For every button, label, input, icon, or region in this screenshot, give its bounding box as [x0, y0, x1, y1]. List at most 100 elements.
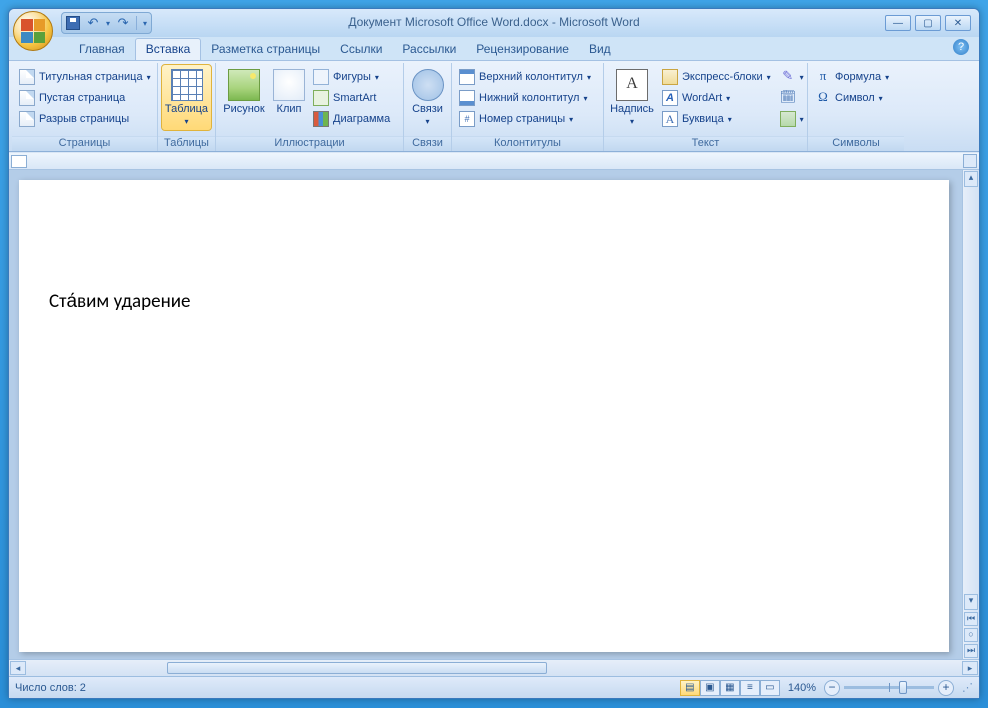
blank-page-button[interactable]: Пустая страница	[16, 88, 154, 108]
table-icon	[171, 69, 203, 101]
outline-view[interactable]: ≡	[740, 680, 760, 696]
picture-icon	[228, 69, 260, 101]
object-icon	[780, 111, 796, 127]
save-icon[interactable]	[66, 16, 80, 30]
pagenum-button[interactable]: # Номер страницы ▾	[456, 109, 594, 129]
horizontal-ruler[interactable]	[9, 153, 979, 170]
table-button[interactable]: Таблица ▾	[162, 65, 211, 130]
zoom-track[interactable]	[844, 686, 934, 689]
tab-review[interactable]: Рецензирование	[466, 39, 579, 60]
group-symbols: π Формула ▾ Ω Символ ▾ Символы	[808, 63, 904, 151]
chart-button[interactable]: Диаграмма	[310, 109, 393, 129]
smartart-icon	[313, 90, 329, 106]
horizontal-scrollbar[interactable]: ◂ ▸	[9, 659, 979, 676]
page-break-button[interactable]: Разрыв страницы	[16, 109, 154, 129]
scroll-right-button[interactable]: ▸	[962, 661, 978, 675]
header-icon	[459, 69, 475, 85]
zoom-in-button[interactable]: +	[938, 680, 954, 696]
header-label: Верхний колонтитул	[479, 71, 583, 83]
ruler-toggle[interactable]	[963, 154, 977, 168]
cover-page-button[interactable]: Титульная страница ▾	[16, 67, 154, 87]
chevron-down-icon: ▾	[800, 115, 804, 124]
pagenum-label: Номер страницы	[479, 113, 565, 125]
tab-mailings[interactable]: Рассылки	[392, 39, 466, 60]
undo-dropdown[interactable]: ▾	[106, 19, 110, 28]
resize-grip[interactable]: ⋰	[962, 681, 973, 694]
tab-view[interactable]: Вид	[579, 39, 621, 60]
maximize-button[interactable]: ▢	[915, 15, 941, 31]
datetime-button[interactable]: 🗓	[777, 88, 799, 108]
web-layout-view[interactable]: ▦	[720, 680, 740, 696]
tab-selector[interactable]	[11, 155, 27, 168]
object-button[interactable]: ▾	[777, 109, 799, 129]
group-text: A Надпись ▾ Экспресс-блоки ▾ A WordArt ▾	[604, 63, 808, 151]
zoom-slider: − +	[824, 680, 954, 696]
dropcap-button[interactable]: A Буквица ▾	[659, 109, 774, 129]
print-layout-view[interactable]: ▤	[680, 680, 700, 696]
smartart-label: SmartArt	[333, 92, 376, 104]
wordart-button[interactable]: A WordArt ▾	[659, 88, 774, 108]
chevron-down-icon: ▾	[726, 94, 730, 103]
tab-layout[interactable]: Разметка страницы	[201, 39, 330, 60]
zoom-out-button[interactable]: −	[824, 680, 840, 696]
tab-insert[interactable]: Вставка	[135, 38, 202, 60]
shapes-button[interactable]: Фигуры ▾	[310, 67, 393, 87]
zoom-level[interactable]: 140%	[788, 682, 816, 694]
header-button[interactable]: Верхний колонтитул ▾	[456, 67, 594, 87]
equation-button[interactable]: π Формула ▾	[812, 67, 892, 87]
clip-label: Клип	[277, 103, 302, 115]
tab-home[interactable]: Главная	[69, 39, 135, 60]
textbox-label: Надпись	[610, 103, 654, 115]
page-break-label: Разрыв страницы	[39, 113, 129, 125]
smartart-button[interactable]: SmartArt	[310, 88, 393, 108]
hscroll-thumb[interactable]	[167, 662, 547, 674]
scroll-left-button[interactable]: ◂	[10, 661, 26, 675]
close-button[interactable]: ✕	[945, 15, 971, 31]
blank-page-label: Пустая страница	[39, 92, 125, 104]
footer-button[interactable]: Нижний колонтитул ▾	[456, 88, 594, 108]
app-window: ↶ ▾ ↷ ▾ Документ Microsoft Office Word.d…	[8, 8, 980, 699]
titlebar: ↶ ▾ ↷ ▾ Документ Microsoft Office Word.d…	[9, 9, 979, 37]
signature-button[interactable]: ✎ ▾	[777, 67, 799, 87]
document-page[interactable]: Ста́вим ударение	[19, 180, 949, 652]
chevron-down-icon: ▾	[184, 117, 188, 126]
shapes-label: Фигуры	[333, 71, 371, 83]
zoom-thumb[interactable]	[899, 681, 907, 694]
minimize-button[interactable]: —	[885, 15, 911, 31]
draft-view[interactable]: ▭	[760, 680, 780, 696]
help-button[interactable]: ?	[953, 39, 969, 55]
symbol-label: Символ	[835, 92, 875, 104]
chevron-down-icon: ▾	[879, 94, 883, 103]
links-button[interactable]: Связи ▾	[408, 65, 447, 130]
prev-page-button[interactable]: ⏮	[964, 612, 978, 626]
qat-customize[interactable]: ▾	[143, 19, 147, 28]
picture-button[interactable]: Рисунок	[220, 65, 268, 119]
quickparts-button[interactable]: Экспресс-блоки ▾	[659, 67, 774, 87]
group-pages: Титульная страница ▾ Пустая страница Раз…	[12, 63, 158, 151]
vertical-scrollbar[interactable]: ▴ ▾ ⏮ ○ ⏭	[962, 170, 979, 659]
scroll-down-button[interactable]: ▾	[964, 594, 978, 610]
vscroll-track[interactable]	[963, 188, 979, 593]
pagenum-icon: #	[459, 111, 475, 127]
footer-icon	[459, 90, 475, 106]
scroll-up-button[interactable]: ▴	[964, 171, 978, 187]
textbox-button[interactable]: A Надпись ▾	[608, 65, 656, 130]
document-text[interactable]: Ста́вим ударение	[49, 290, 921, 313]
window-title: Документ Microsoft Office Word.docx - Mi…	[9, 15, 979, 29]
tab-references[interactable]: Ссылки	[330, 39, 392, 60]
group-hf-label: Колонтитулы	[452, 136, 603, 151]
browse-object-button[interactable]: ○	[964, 628, 978, 642]
shapes-icon	[313, 69, 329, 85]
undo-icon[interactable]: ↶	[86, 16, 100, 30]
redo-icon[interactable]: ↷	[116, 16, 130, 30]
symbol-button[interactable]: Ω Символ ▾	[812, 88, 892, 108]
next-page-button[interactable]: ⏭	[964, 644, 978, 658]
office-button[interactable]	[13, 11, 53, 51]
word-count[interactable]: Число слов: 2	[15, 682, 86, 694]
hscroll-track[interactable]	[27, 661, 961, 675]
fullscreen-view[interactable]: ▣	[700, 680, 720, 696]
cover-page-label: Титульная страница	[39, 71, 143, 83]
wordart-icon: A	[662, 90, 678, 106]
links-label: Связи	[412, 103, 443, 115]
clip-button[interactable]: Клип	[271, 65, 307, 119]
